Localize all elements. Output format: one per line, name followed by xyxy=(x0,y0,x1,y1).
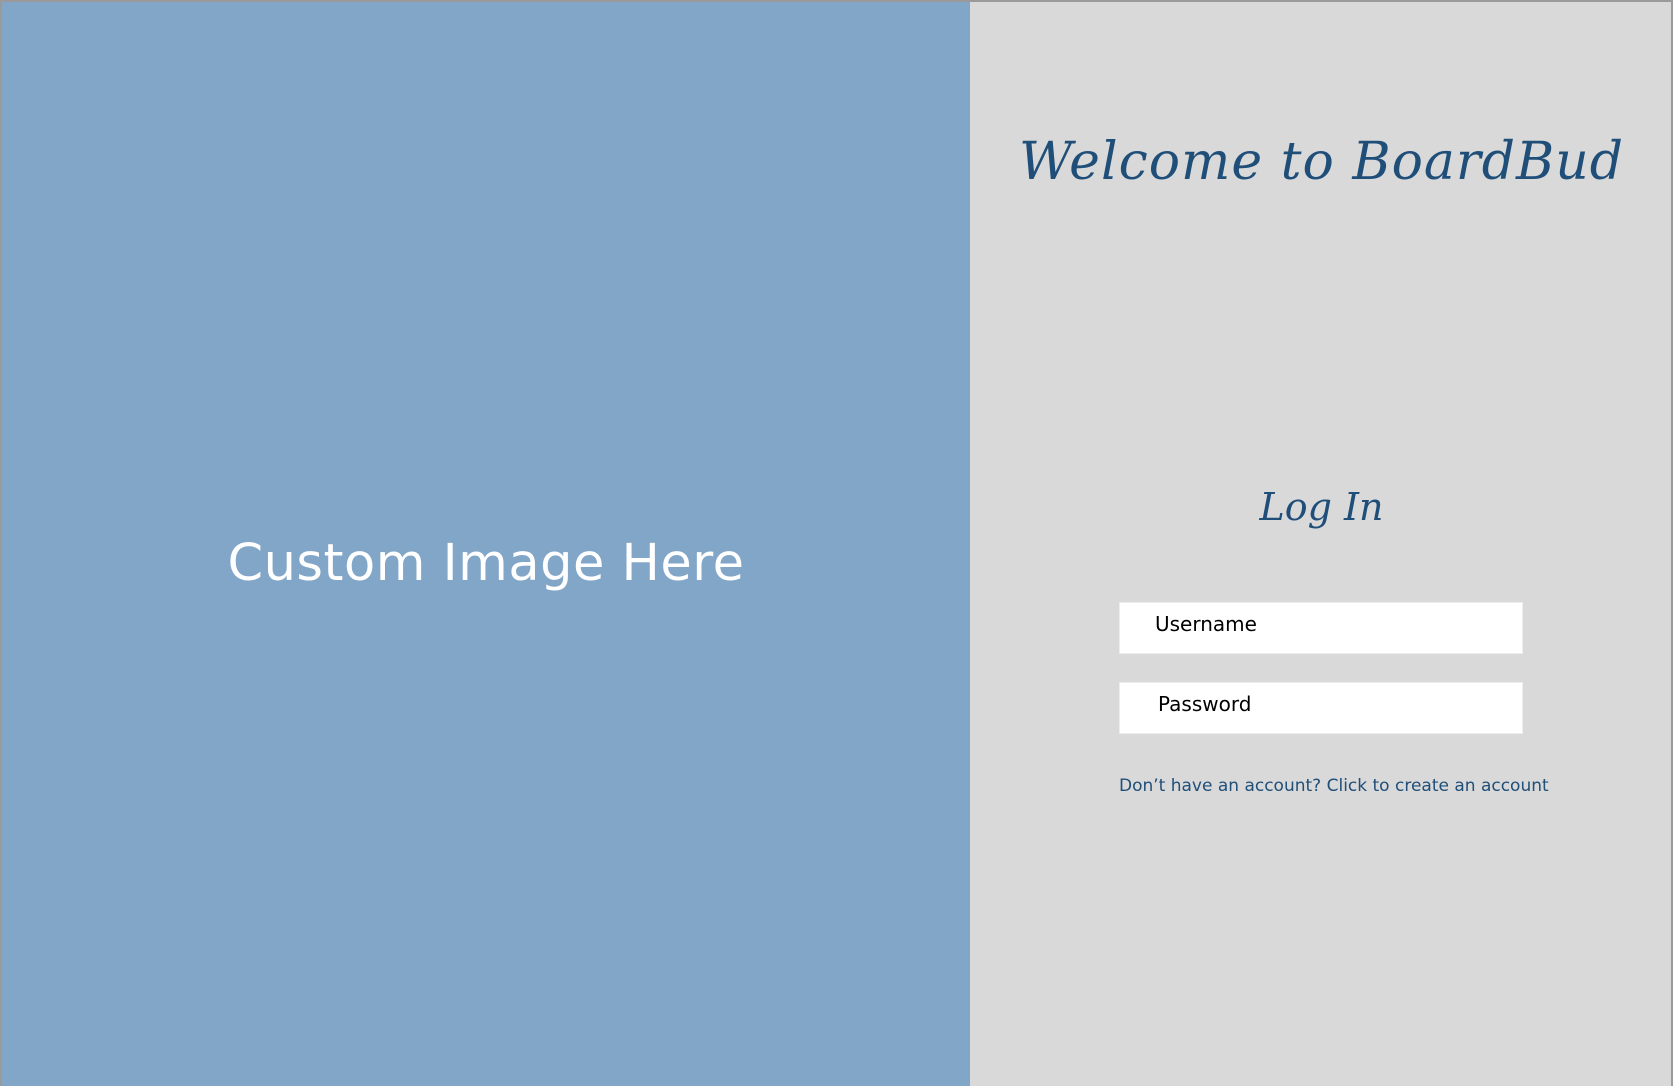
welcome-title: Welcome to BoardBud xyxy=(1018,132,1625,192)
username-field-container xyxy=(1119,602,1523,654)
custom-image-panel: Custom Image Here xyxy=(2,2,970,1086)
create-account-link[interactable]: Don’t have an account? Click to create a… xyxy=(1119,776,1549,796)
password-input[interactable] xyxy=(1120,683,1522,733)
username-input[interactable] xyxy=(1120,603,1522,653)
login-heading: Log In xyxy=(1259,485,1384,529)
image-placeholder-text: Custom Image Here xyxy=(227,534,745,593)
password-field-container xyxy=(1119,682,1523,734)
login-panel: Welcome to BoardBud Log In Don’t have an… xyxy=(970,2,1671,1086)
app-window: Custom Image Here Welcome to BoardBud Lo… xyxy=(0,0,1673,1086)
